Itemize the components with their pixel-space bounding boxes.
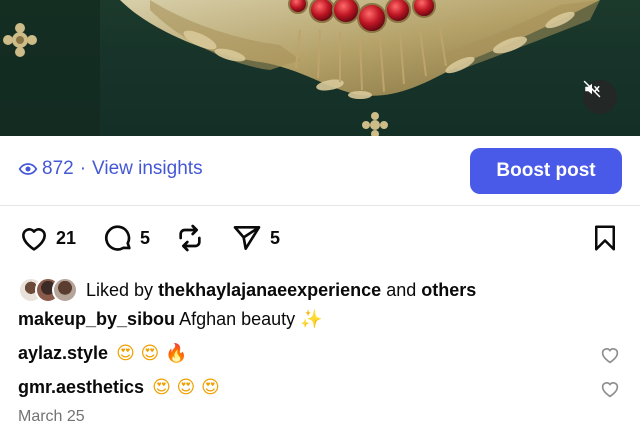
- repost-icon: [179, 224, 201, 252]
- mute-toggle-button[interactable]: [583, 80, 617, 114]
- view-insights-label: View insights: [92, 158, 203, 179]
- sparkles-emoji: ✨: [300, 309, 323, 330]
- post-action-bar: 21 5 5: [0, 222, 640, 262]
- comment-emojis: 😍 😍 🔥: [116, 343, 188, 364]
- like-count: 21: [56, 227, 77, 248]
- repost-button[interactable]: [174, 222, 206, 254]
- liked-by-row[interactable]: Liked by thekhaylajanaeexperience and ot…: [18, 277, 476, 303]
- view-count: 872: [42, 158, 74, 179]
- comment-item: gmr.aesthetics 😍 😍 😍: [18, 377, 220, 398]
- post-caption: makeup_by_sibou Afghan beauty ✨: [18, 309, 323, 330]
- embroidered-dress-artwork: [0, 0, 600, 136]
- share-button[interactable]: 5: [230, 222, 280, 254]
- comment-item: aylaz.style 😍 😍 🔥: [18, 343, 187, 364]
- post-date: March 25: [18, 408, 85, 425]
- bookmark-icon: [595, 225, 615, 251]
- comment-button[interactable]: 5: [102, 222, 150, 254]
- share-count: 5: [270, 227, 281, 248]
- separator-dot: ·: [79, 158, 87, 179]
- caption-text: Afghan beauty: [179, 309, 296, 329]
- comment-emojis: 😍 😍 😍: [152, 377, 220, 398]
- post-media-image[interactable]: [0, 0, 640, 136]
- comment-like-heart-icon[interactable]: [600, 346, 620, 364]
- caption-username[interactable]: makeup_by_sibou: [18, 309, 175, 329]
- liked-by-and: and: [386, 279, 417, 300]
- avatar: [52, 277, 78, 303]
- liked-by-prefix: Liked by: [86, 279, 154, 300]
- comment-count: 5: [140, 227, 151, 248]
- comment-username[interactable]: aylaz.style: [18, 343, 108, 364]
- boost-post-button[interactable]: Boost post: [470, 148, 622, 194]
- paper-plane-icon: [233, 226, 261, 250]
- like-button[interactable]: 21: [18, 222, 76, 254]
- liked-by-others[interactable]: others: [421, 280, 476, 301]
- comment-bubble-icon: [104, 225, 131, 251]
- comment-like-heart-icon[interactable]: [600, 380, 620, 398]
- speaker-muted-icon: [583, 80, 601, 98]
- liker-username[interactable]: thekhaylajanaeexperience: [158, 280, 381, 301]
- heart-outline-icon: [22, 228, 46, 251]
- eye-icon: [18, 163, 38, 175]
- view-insights-link[interactable]: 872 · View insights: [18, 158, 203, 180]
- liker-avatars: [18, 277, 78, 303]
- comment-username[interactable]: gmr.aesthetics: [18, 377, 144, 398]
- save-button[interactable]: [590, 222, 620, 254]
